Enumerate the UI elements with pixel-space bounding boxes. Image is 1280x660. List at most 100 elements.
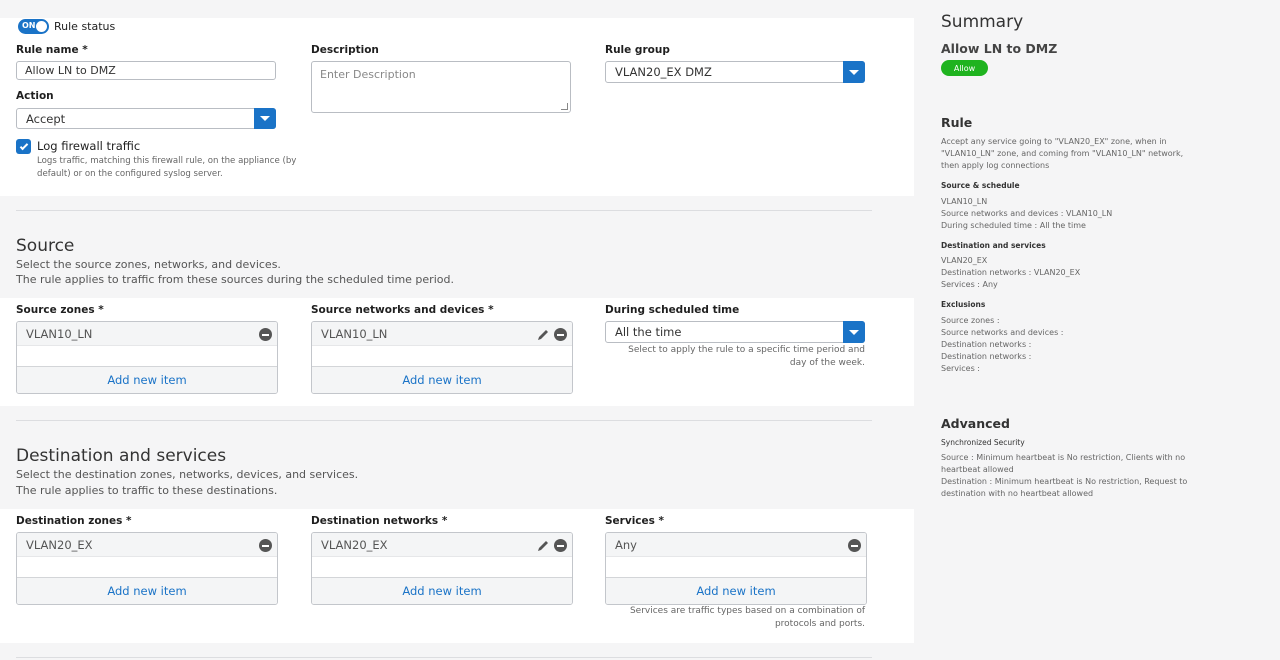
chevron-down-icon[interactable]	[843, 61, 865, 83]
summary-rule-name: Allow LN to DMZ	[941, 41, 1058, 56]
summary-rule-text-2: "VLAN10_LN" zone, and coming from "VLAN1…	[941, 149, 1184, 158]
log-checkbox[interactable]	[16, 139, 31, 154]
summary-rule-heading: Rule	[941, 115, 973, 130]
rule-group-value: VLAN20_EX DMZ	[615, 65, 712, 79]
source-zones-label: Source zones *	[16, 304, 104, 316]
toggle-on-text: ON	[22, 21, 36, 30]
rule-group-label: Rule group	[605, 44, 670, 56]
rule-status-toggle[interactable]: ON	[18, 19, 49, 34]
source-desc-line-1: Select the source zones, networks, and d…	[16, 258, 281, 271]
log-hint-line-2: default) or on the configured syslog ser…	[37, 169, 223, 179]
action-value: Accept	[26, 111, 66, 126]
services-label: Services *	[605, 515, 665, 527]
log-label: Log firewall traffic	[37, 139, 141, 153]
destination-desc-line-2: The rule applies to traffic to these des…	[16, 484, 278, 497]
summary-source-3: During scheduled time : All the time	[941, 221, 1086, 230]
list-item-label: VLAN20_EX	[26, 537, 93, 552]
services-hint-line-2: protocols and ports.	[774, 619, 865, 629]
summary-title: Summary	[941, 12, 1024, 32]
log-hint-line-1: Logs traffic, matching this firewall rul…	[37, 156, 297, 166]
summary-sync-1: Source : Minimum heartbeat is No restric…	[941, 453, 1186, 462]
list-item[interactable]: Any	[606, 533, 866, 557]
toggle-knob	[36, 21, 47, 32]
summary-advanced-heading: Advanced	[941, 416, 1010, 431]
summary-destination-2: Destination networks : VLAN20_EX	[941, 268, 1081, 277]
rule-name-label: Rule name *	[16, 44, 88, 56]
action-label: Action	[16, 90, 54, 102]
remove-icon[interactable]	[259, 328, 272, 341]
summary-exclusion-3: Destination networks :	[941, 340, 1032, 349]
description-textarea[interactable]: Enter Description	[311, 61, 571, 113]
list-item-label: VLAN10_LN	[26, 326, 93, 341]
list-item[interactable]: VLAN10_LN	[312, 322, 572, 346]
summary-sync-2: heartbeat allowed	[941, 465, 1014, 474]
summary-source-heading: Source & schedule	[941, 181, 1020, 190]
add-new-item-button[interactable]: Add new item	[312, 577, 572, 604]
rule-group-select[interactable]: VLAN20_EX DMZ	[605, 61, 865, 83]
rule-status-label: Rule status	[54, 20, 116, 33]
edit-pencil-icon[interactable]	[536, 328, 550, 342]
schedule-label: During scheduled time	[605, 304, 740, 316]
summary-source-1: VLAN10_LN	[941, 197, 988, 206]
summary-exclusion-1: Source zones :	[941, 316, 1000, 325]
checkmark-icon	[19, 141, 28, 150]
remove-icon[interactable]	[554, 539, 567, 552]
source-desc-line-2: The rule applies to traffic from these s…	[16, 273, 454, 286]
summary-exclusions-heading: Exclusions	[941, 300, 986, 309]
services-list: Any Add new item	[605, 532, 867, 605]
schedule-hint-line-1: Select to apply the rule to a specific t…	[628, 345, 865, 355]
summary-exclusion-5: Services :	[941, 364, 980, 373]
list-item-label: VLAN20_EX	[321, 537, 388, 552]
source-zones-list: VLAN10_LN Add new item	[16, 321, 278, 394]
resize-grip-icon[interactable]	[561, 103, 568, 110]
remove-icon[interactable]	[554, 328, 567, 341]
destination-networks-list: VLAN20_EX Add new item	[311, 532, 573, 605]
chevron-down-icon[interactable]	[254, 108, 276, 129]
remove-icon[interactable]	[848, 539, 861, 552]
schedule-hint-line-2: day of the week.	[789, 358, 865, 368]
chevron-down-icon[interactable]	[843, 321, 865, 343]
destination-desc-line-1: Select the destination zones, networks, …	[16, 468, 359, 481]
description-label: Description	[311, 44, 379, 56]
summary-destination-3: Services : Any	[941, 280, 998, 289]
list-item[interactable]: VLAN20_EX	[312, 533, 572, 557]
destination-networks-label: Destination networks *	[311, 515, 448, 527]
divider	[16, 657, 872, 658]
source-title: Source	[16, 236, 75, 256]
list-item[interactable]: VLAN10_LN	[17, 322, 277, 346]
destination-zones-list: VLAN20_EX Add new item	[16, 532, 278, 605]
divider	[16, 420, 872, 421]
add-new-item-button[interactable]: Add new item	[606, 577, 866, 604]
summary-source-2: Source networks and devices : VLAN10_LN	[941, 209, 1113, 218]
rule-name-value: Allow LN to DMZ	[25, 64, 116, 77]
summary-exclusion-4: Destination networks :	[941, 352, 1032, 361]
summary-sync-heading: Synchronized Security	[941, 438, 1025, 447]
edit-pencil-icon[interactable]	[536, 539, 550, 553]
schedule-select[interactable]: All the time	[605, 321, 865, 343]
summary-destination-1: VLAN20_EX	[941, 256, 988, 265]
destination-zones-label: Destination zones *	[16, 515, 132, 527]
divider	[16, 210, 872, 211]
schedule-value: All the time	[615, 325, 682, 339]
description-placeholder: Enter Description	[320, 68, 416, 81]
summary-sync-4: destination with no heartbeat allowed	[941, 489, 1094, 498]
add-new-item-button[interactable]: Add new item	[17, 577, 277, 604]
services-hint-line-1: Services are traffic types based on a co…	[629, 606, 865, 616]
summary-exclusion-2: Source networks and devices :	[941, 328, 1064, 337]
list-item-label: VLAN10_LN	[321, 326, 388, 341]
source-networks-list: VLAN10_LN Add new item	[311, 321, 573, 394]
list-item[interactable]: VLAN20_EX	[17, 533, 277, 557]
status-badge: Allow	[941, 60, 988, 76]
remove-icon[interactable]	[259, 539, 272, 552]
source-networks-label: Source networks and devices *	[311, 304, 494, 316]
destination-title: Destination and services	[16, 446, 227, 466]
summary-destination-heading: Destination and services	[941, 241, 1046, 250]
summary-rule-text-3: then apply log connections	[941, 161, 1050, 170]
action-select[interactable]: Accept	[16, 108, 276, 129]
list-item-label: Any	[615, 537, 637, 552]
add-new-item-button[interactable]: Add new item	[312, 366, 572, 393]
rule-name-input[interactable]: Allow LN to DMZ	[16, 61, 276, 80]
add-new-item-button[interactable]: Add new item	[17, 366, 277, 393]
summary-rule-text-1: Accept any service going to "VLAN20_EX" …	[941, 137, 1167, 146]
summary-sync-3: Destination : Minimum heartbeat is No re…	[941, 477, 1188, 486]
